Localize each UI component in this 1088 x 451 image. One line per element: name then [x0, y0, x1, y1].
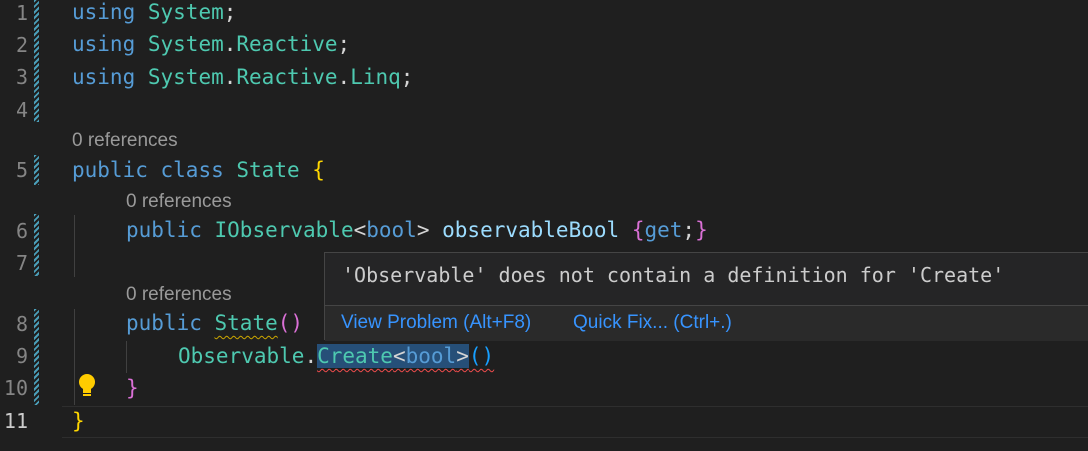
git-change-indicator[interactable] — [34, 155, 39, 185]
brace: } — [126, 376, 139, 400]
punct: . — [337, 65, 351, 89]
keyword: using — [72, 32, 136, 56]
code-line-6[interactable]: public IObservable<bool> observableBool … — [126, 215, 708, 245]
type-name: Observable — [178, 344, 305, 368]
git-change-indicator[interactable] — [34, 0, 39, 122]
punct: . — [223, 32, 237, 56]
line-number: 2 — [15, 33, 28, 57]
hover-actions-bar: View Problem (Alt+F8) Quick Fix... (Ctrl… — [325, 306, 1088, 341]
constructor-name: State — [214, 311, 278, 335]
namespace: System — [147, 32, 224, 56]
brace: { — [631, 218, 645, 242]
git-change-indicator[interactable] — [34, 309, 39, 405]
code-line-2[interactable]: using System.Reactive; — [72, 29, 350, 59]
line-number: 6 — [15, 219, 28, 243]
code-line-10[interactable]: } — [126, 373, 139, 403]
keyword: get — [644, 218, 683, 242]
view-problem-link[interactable]: View Problem (Alt+F8) — [341, 312, 531, 334]
type-name: IObservable — [214, 218, 354, 242]
line-number: 9 — [15, 344, 28, 368]
punct: . — [223, 65, 237, 89]
method-name: Create — [317, 344, 393, 368]
method-name-error[interactable]: Create<bool> — [317, 344, 469, 368]
punct: ; — [682, 218, 696, 242]
indent-guide — [126, 341, 127, 373]
error-hover-widget: 'Observable' does not contain a definiti… — [324, 252, 1088, 341]
code-lens-references[interactable]: 0 references — [72, 130, 178, 152]
error-message: 'Observable' does not contain a definiti… — [342, 263, 1005, 287]
line-number: 7 — [15, 251, 28, 275]
line-number: 10 — [3, 376, 28, 400]
line-number: 1 — [15, 1, 28, 25]
punct: ; — [223, 0, 237, 24]
keyword: bool — [405, 344, 457, 368]
line-number: 4 — [15, 98, 28, 122]
lightbulb-icon[interactable] — [76, 373, 98, 399]
line-number: 5 — [15, 158, 28, 182]
indent-guide — [74, 215, 75, 277]
parens: () — [468, 344, 495, 368]
indent-guide — [74, 309, 75, 405]
git-change-indicator[interactable] — [34, 214, 39, 276]
punct: > — [456, 344, 469, 368]
code-line-9[interactable]: Observable.Create<bool>() — [178, 341, 494, 371]
code-line-8[interactable]: public State() — [126, 308, 303, 338]
brace: } — [72, 409, 85, 433]
code-lens-references[interactable]: 0 references — [126, 191, 232, 213]
code-line-1[interactable]: using System; — [72, 0, 236, 27]
namespace: System — [147, 65, 224, 89]
punct: . — [304, 344, 318, 368]
namespace: System — [147, 0, 224, 24]
brace: { — [312, 158, 325, 182]
punct: ; — [400, 65, 414, 89]
keyword: public — [72, 158, 148, 182]
punct: ; — [337, 32, 351, 56]
parens: () — [277, 311, 304, 335]
keyword: bool — [366, 218, 417, 242]
keyword: using — [72, 65, 136, 89]
keyword: public — [126, 311, 202, 335]
keyword: public — [126, 218, 202, 242]
punct: > — [416, 218, 430, 242]
line-number: 8 — [15, 312, 28, 336]
brace: } — [695, 218, 708, 242]
current-line-highlight — [62, 406, 1088, 438]
punct: < — [392, 344, 406, 368]
punct: < — [353, 218, 367, 242]
keyword: using — [72, 0, 136, 24]
code-lens-references[interactable]: 0 references — [126, 284, 232, 306]
quick-fix-link[interactable]: Quick Fix... (Ctrl+.) — [573, 312, 732, 334]
namespace: Reactive — [236, 65, 338, 89]
namespace: Reactive — [236, 32, 338, 56]
line-number-active: 11 — [3, 409, 28, 433]
line-number: 3 — [15, 65, 28, 89]
namespace: Linq — [350, 65, 401, 89]
property-name: observableBool — [442, 218, 620, 242]
code-line-5[interactable]: public class State { — [72, 155, 325, 185]
code-line-3[interactable]: using System.Reactive.Linq; — [72, 62, 413, 92]
code-line-11[interactable]: } — [72, 406, 85, 436]
class-name: State — [236, 158, 300, 182]
keyword: class — [160, 158, 224, 182]
